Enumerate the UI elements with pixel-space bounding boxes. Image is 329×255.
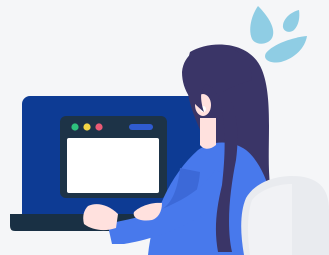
neck bbox=[200, 118, 216, 149]
window-dot-green bbox=[71, 123, 79, 131]
window-dot-yellow bbox=[83, 123, 91, 131]
window-dot-red bbox=[95, 123, 103, 131]
browser-window-icon bbox=[60, 116, 167, 198]
window-title-bar bbox=[129, 124, 153, 130]
window-content bbox=[67, 138, 159, 193]
illustration-scene bbox=[0, 0, 329, 255]
